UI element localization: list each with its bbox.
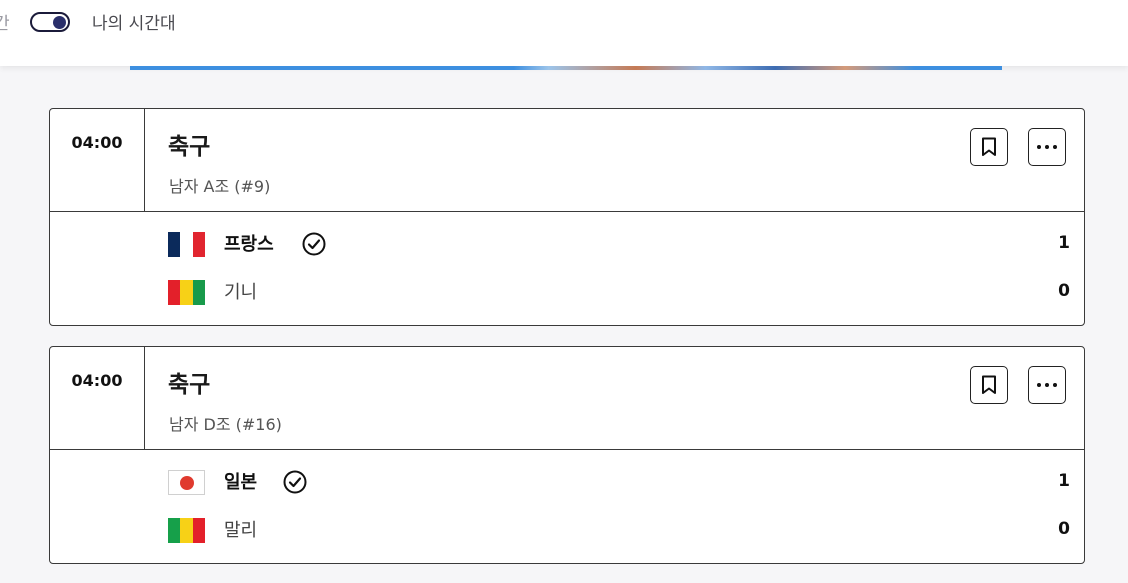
japan-flag [168, 470, 205, 495]
time-column: 04:00 [50, 347, 145, 449]
team-score: 0 [1058, 519, 1070, 539]
team-name: 프랑스 [224, 234, 274, 255]
team-name: 말리 [224, 520, 258, 541]
match-group: 남자 D조 (#16) [169, 415, 282, 434]
team-name: 일본 [224, 472, 258, 493]
check-circle-icon [283, 470, 307, 494]
top-bar: 간 나의 시간대 [0, 0, 1128, 66]
more-options-button[interactable] [1028, 366, 1066, 404]
match-time: 04:00 [71, 133, 123, 152]
match-card[interactable]: 04:00 축구 남자 A조 (#9) 프랑스 1 기니 0 [49, 108, 1085, 326]
team-row: 프랑스 1 [50, 232, 1084, 272]
time-column: 04:00 [50, 109, 145, 211]
bookmark-button[interactable] [970, 128, 1008, 166]
timezone-cut-label: 간 [0, 14, 10, 34]
team-row: 말리 0 [50, 518, 1084, 558]
bookmark-icon [982, 137, 996, 156]
more-options-icon [1037, 383, 1057, 387]
my-timezone-label: 나의 시간대 [92, 14, 176, 34]
team-score: 0 [1058, 281, 1070, 301]
match-card-header: 04:00 축구 남자 A조 (#9) [50, 109, 1084, 212]
team-score: 1 [1058, 471, 1070, 491]
team-name: 기니 [224, 282, 258, 303]
banner-image-strip [130, 66, 1002, 70]
bookmark-icon [982, 375, 996, 394]
toggle-knob [53, 16, 66, 29]
match-time: 04:00 [71, 371, 123, 390]
bookmark-button[interactable] [970, 366, 1008, 404]
sport-name: 축구 [168, 372, 211, 398]
match-group: 남자 A조 (#9) [169, 177, 271, 196]
match-card[interactable]: 04:00 축구 남자 D조 (#16) 일본 1 말리 0 [49, 346, 1085, 564]
check-circle-icon [302, 232, 326, 256]
more-options-icon [1037, 145, 1057, 149]
sport-name: 축구 [168, 134, 211, 160]
my-timezone-toggle[interactable] [30, 12, 70, 32]
team-row: 기니 0 [50, 280, 1084, 320]
france-flag [168, 232, 205, 257]
mali-flag [168, 518, 205, 543]
more-options-button[interactable] [1028, 128, 1066, 166]
team-row: 일본 1 [50, 470, 1084, 510]
match-card-header: 04:00 축구 남자 D조 (#16) [50, 347, 1084, 450]
team-score: 1 [1058, 233, 1070, 253]
guinea-flag [168, 280, 205, 305]
